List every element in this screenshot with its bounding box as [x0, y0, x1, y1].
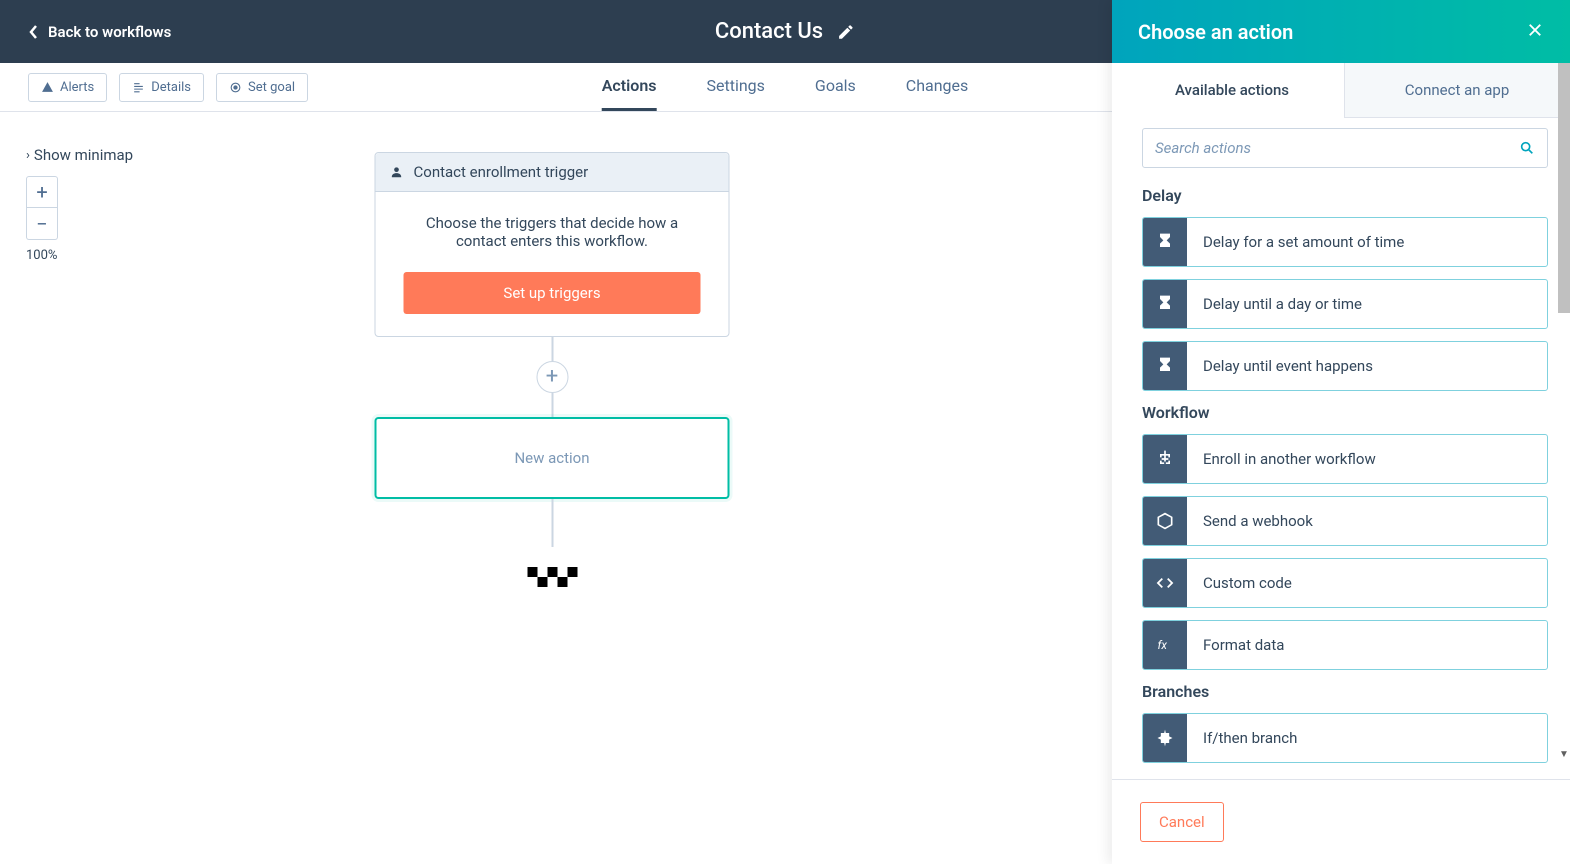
minimap-label: Show minimap [34, 146, 133, 164]
action-item-delay-until-event-happens[interactable]: Delay until event happens [1142, 341, 1548, 391]
scrollbar-thumb[interactable] [1558, 63, 1570, 313]
end-flag-icon [527, 567, 577, 587]
action-group-title: Workflow [1142, 403, 1548, 422]
close-panel-button[interactable] [1526, 20, 1544, 44]
panel-title: Choose an action [1138, 20, 1293, 44]
tab-actions[interactable]: Actions [602, 63, 657, 111]
action-item-label: If/then branch [1187, 729, 1313, 747]
action-item-enroll-in-another-workflow[interactable]: Enroll in another workflow [1142, 434, 1548, 484]
details-icon [132, 81, 145, 94]
back-to-workflows-link[interactable]: Back to workflows [28, 23, 171, 41]
chevron-right-icon: › [26, 148, 30, 163]
zoom-in-button[interactable]: + [26, 176, 58, 208]
workflow-title: Contact Us [715, 19, 823, 44]
contact-icon [390, 165, 404, 179]
tab-changes[interactable]: Changes [906, 63, 969, 111]
action-item-label: Custom code [1187, 574, 1308, 592]
action-item-if-then-branch[interactable]: If/then branch [1142, 713, 1548, 763]
enrollment-trigger-card[interactable]: Contact enrollment trigger Choose the tr… [375, 152, 730, 337]
panel-tab-connect[interactable]: Connect an app [1344, 63, 1570, 118]
search-actions-input[interactable] [1155, 139, 1519, 157]
trigger-title: Contact enrollment trigger [414, 163, 589, 181]
setgoal-label: Set goal [248, 80, 295, 95]
details-label: Details [151, 80, 191, 95]
hourglass-icon [1143, 342, 1187, 390]
action-item-send-a-webhook[interactable]: Send a webhook [1142, 496, 1548, 546]
action-item-label: Send a webhook [1187, 512, 1329, 530]
new-action-card[interactable]: New action [375, 417, 730, 499]
set-goal-button[interactable]: Set goal [216, 73, 308, 102]
action-item-label: Format data [1187, 636, 1300, 654]
hourglass-icon [1143, 280, 1187, 328]
action-item-label: Enroll in another workflow [1187, 450, 1392, 468]
back-label: Back to workflows [48, 23, 171, 41]
scroll-down-arrow[interactable]: ▼ [1558, 748, 1570, 760]
action-group-title: Delay [1142, 186, 1548, 205]
connector-line [551, 337, 553, 361]
pencil-icon[interactable] [837, 23, 855, 41]
action-item-format-data[interactable]: fx Format data [1142, 620, 1548, 670]
connector-line [551, 499, 553, 547]
action-item-label: Delay until a day or time [1187, 295, 1378, 313]
cancel-button[interactable]: Cancel [1140, 802, 1224, 842]
search-icon [1519, 140, 1535, 156]
cube-icon [1143, 497, 1187, 545]
alerts-label: Alerts [60, 80, 94, 95]
action-item-label: Delay for a set amount of time [1187, 233, 1420, 251]
zoom-out-button[interactable]: − [26, 208, 58, 240]
show-minimap-toggle[interactable]: › Show minimap [26, 146, 133, 164]
action-item-custom-code[interactable]: Custom code [1142, 558, 1548, 608]
chevron-left-icon [28, 24, 40, 40]
action-group-title: Branches [1142, 682, 1548, 701]
connector-line [551, 393, 553, 417]
zoom-percent: 100% [26, 248, 133, 263]
sitemap-icon [1143, 435, 1187, 483]
tab-settings[interactable]: Settings [706, 63, 764, 111]
target-icon [229, 81, 242, 94]
action-item-delay-for-a-set-amount-of-time[interactable]: Delay for a set amount of time [1142, 217, 1548, 267]
svg-text:fx: fx [1158, 638, 1168, 652]
close-icon [1526, 21, 1544, 39]
fx-icon: fx [1143, 621, 1187, 669]
alerts-button[interactable]: Alerts [28, 73, 107, 102]
branch-icon [1143, 714, 1187, 762]
tab-goals[interactable]: Goals [815, 63, 856, 111]
action-item-delay-until-a-day-or-time[interactable]: Delay until a day or time [1142, 279, 1548, 329]
code-icon [1143, 559, 1187, 607]
set-up-triggers-button[interactable]: Set up triggers [404, 272, 701, 314]
details-button[interactable]: Details [119, 73, 204, 102]
alert-icon [41, 81, 54, 94]
panel-tab-available[interactable]: Available actions [1120, 63, 1344, 118]
add-action-plus[interactable]: + [536, 361, 568, 393]
action-item-label: Delay until event happens [1187, 357, 1389, 375]
search-actions-wrap [1142, 128, 1548, 168]
choose-action-panel: Choose an action Available actions Conne… [1112, 0, 1570, 864]
trigger-desc: Choose the triggers that decide how a co… [404, 214, 701, 250]
hourglass-icon [1143, 218, 1187, 266]
